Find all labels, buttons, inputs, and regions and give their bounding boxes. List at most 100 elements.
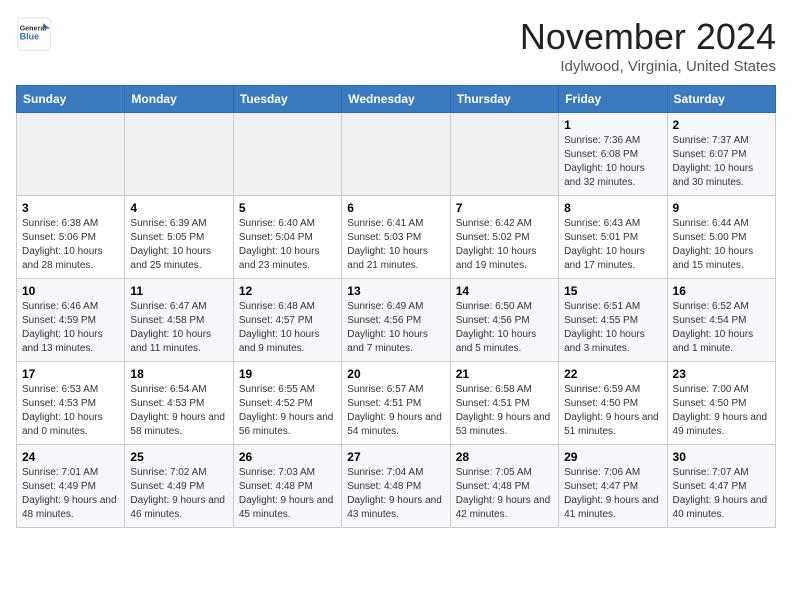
- calendar-day-cell: 15 Sunrise: 6:51 AMSunset: 4:55 PMDayligh…: [559, 279, 667, 362]
- calendar-day-cell: 19 Sunrise: 6:55 AMSunset: 4:52 PMDayligh…: [233, 362, 341, 445]
- month-title: November 2024: [520, 16, 776, 58]
- calendar-day-cell: 29 Sunrise: 7:06 AMSunset: 4:47 PMDayligh…: [559, 445, 667, 528]
- day-info: Sunrise: 6:49 AMSunset: 4:56 PMDaylight:…: [347, 300, 444, 356]
- day-number: 23: [673, 367, 770, 381]
- calendar-day-header: Monday: [125, 86, 233, 113]
- calendar-day-cell: [17, 113, 125, 196]
- day-info: Sunrise: 6:52 AMSunset: 4:54 PMDaylight:…: [673, 300, 770, 356]
- day-number: 10: [22, 284, 119, 298]
- calendar-header-row: SundayMondayTuesdayWednesdayThursdayFrid…: [17, 86, 776, 113]
- day-info: Sunrise: 7:05 AMSunset: 4:48 PMDaylight:…: [456, 466, 553, 522]
- day-number: 11: [130, 284, 227, 298]
- calendar-week-row: 24 Sunrise: 7:01 AMSunset: 4:49 PMDayligh…: [17, 445, 776, 528]
- day-number: 9: [673, 201, 770, 215]
- day-number: 8: [564, 201, 661, 215]
- logo-icon: General Blue: [16, 16, 52, 52]
- day-info: Sunrise: 6:44 AMSunset: 5:00 PMDaylight:…: [673, 217, 770, 273]
- calendar-day-cell: 11 Sunrise: 6:47 AMSunset: 4:58 PMDayligh…: [125, 279, 233, 362]
- calendar-day-cell: 20 Sunrise: 6:57 AMSunset: 4:51 PMDayligh…: [342, 362, 450, 445]
- day-info: Sunrise: 6:38 AMSunset: 5:06 PMDaylight:…: [22, 217, 119, 273]
- calendar-day-cell: 18Sunrise: 6:54 AMSunset: 4:53 PMDayligh…: [125, 362, 233, 445]
- calendar-day-cell: 16 Sunrise: 6:52 AMSunset: 4:54 PMDayligh…: [667, 279, 775, 362]
- calendar-table: SundayMondayTuesdayWednesdayThursdayFrid…: [16, 85, 776, 528]
- day-number: 25: [130, 450, 227, 464]
- day-info: Sunrise: 6:53 AMSunset: 4:53 PMDaylight:…: [22, 383, 119, 439]
- day-number: 16: [673, 284, 770, 298]
- calendar-day-cell: 13 Sunrise: 6:49 AMSunset: 4:56 PMDayligh…: [342, 279, 450, 362]
- calendar-day-cell: 24 Sunrise: 7:01 AMSunset: 4:49 PMDayligh…: [17, 445, 125, 528]
- calendar-day-cell: 4 Sunrise: 6:39 AMSunset: 5:05 PMDaylight…: [125, 196, 233, 279]
- page-header: General Blue November 2024 Idylwood, Vir…: [16, 16, 776, 75]
- day-number: 6: [347, 201, 444, 215]
- calendar-day-cell: 26 Sunrise: 7:03 AMSunset: 4:48 PMDayligh…: [233, 445, 341, 528]
- calendar-day-cell: 6Sunrise: 6:41 AMSunset: 5:03 PMDaylight…: [342, 196, 450, 279]
- calendar-day-cell: 5Sunrise: 6:40 AMSunset: 5:04 PMDaylight…: [233, 196, 341, 279]
- day-info: Sunrise: 6:46 AMSunset: 4:59 PMDaylight:…: [22, 300, 119, 356]
- day-number: 20: [347, 367, 444, 381]
- day-number: 22: [564, 367, 661, 381]
- day-info: Sunrise: 7:37 AMSunset: 6:07 PMDaylight:…: [673, 134, 770, 190]
- day-info: Sunrise: 6:51 AMSunset: 4:55 PMDaylight:…: [564, 300, 661, 356]
- calendar-day-cell: 12Sunrise: 6:48 AMSunset: 4:57 PMDayligh…: [233, 279, 341, 362]
- calendar-day-header: Friday: [559, 86, 667, 113]
- calendar-day-header: Wednesday: [342, 86, 450, 113]
- day-number: 21: [456, 367, 553, 381]
- calendar-day-cell: [450, 113, 558, 196]
- calendar-day-cell: 3 Sunrise: 6:38 AMSunset: 5:06 PMDaylight…: [17, 196, 125, 279]
- calendar-day-cell: 25 Sunrise: 7:02 AMSunset: 4:49 PMDayligh…: [125, 445, 233, 528]
- day-number: 1: [564, 118, 661, 132]
- day-info: Sunrise: 6:39 AMSunset: 5:05 PMDaylight:…: [130, 217, 227, 273]
- calendar-day-cell: 8 Sunrise: 6:43 AMSunset: 5:01 PMDaylight…: [559, 196, 667, 279]
- day-info: Sunrise: 6:57 AMSunset: 4:51 PMDaylight:…: [347, 383, 444, 439]
- calendar-day-cell: 30Sunrise: 7:07 AMSunset: 4:47 PMDayligh…: [667, 445, 775, 528]
- day-number: 3: [22, 201, 119, 215]
- day-number: 13: [347, 284, 444, 298]
- day-info: Sunrise: 6:58 AMSunset: 4:51 PMDaylight:…: [456, 383, 553, 439]
- calendar-week-row: 1 Sunrise: 7:36 AMSunset: 6:08 PMDaylight…: [17, 113, 776, 196]
- day-info: Sunrise: 6:54 AMSunset: 4:53 PMDaylight:…: [130, 383, 227, 439]
- day-number: 26: [239, 450, 336, 464]
- day-number: 7: [456, 201, 553, 215]
- day-info: Sunrise: 6:47 AMSunset: 4:58 PMDaylight:…: [130, 300, 227, 356]
- day-number: 19: [239, 367, 336, 381]
- day-number: 17: [22, 367, 119, 381]
- day-number: 24: [22, 450, 119, 464]
- calendar-day-cell: 23 Sunrise: 7:00 AMSunset: 4:50 PMDayligh…: [667, 362, 775, 445]
- calendar-day-cell: 7Sunrise: 6:42 AMSunset: 5:02 PMDaylight…: [450, 196, 558, 279]
- day-info: Sunrise: 6:55 AMSunset: 4:52 PMDaylight:…: [239, 383, 336, 439]
- calendar-day-cell: 27 Sunrise: 7:04 AMSunset: 4:48 PMDayligh…: [342, 445, 450, 528]
- day-number: 29: [564, 450, 661, 464]
- calendar-day-cell: [342, 113, 450, 196]
- day-info: Sunrise: 6:59 AMSunset: 4:50 PMDaylight:…: [564, 383, 661, 439]
- day-number: 27: [347, 450, 444, 464]
- day-number: 14: [456, 284, 553, 298]
- day-info: Sunrise: 7:06 AMSunset: 4:47 PMDaylight:…: [564, 466, 661, 522]
- day-info: Sunrise: 7:00 AMSunset: 4:50 PMDaylight:…: [673, 383, 770, 439]
- day-info: Sunrise: 7:02 AMSunset: 4:49 PMDaylight:…: [130, 466, 227, 522]
- title-block: November 2024 Idylwood, Virginia, United…: [520, 16, 776, 75]
- day-number: 15: [564, 284, 661, 298]
- calendar-day-cell: [233, 113, 341, 196]
- day-info: Sunrise: 6:40 AMSunset: 5:04 PMDaylight:…: [239, 217, 336, 273]
- day-info: Sunrise: 7:01 AMSunset: 4:49 PMDaylight:…: [22, 466, 119, 522]
- logo: General Blue: [16, 16, 52, 52]
- calendar-day-cell: 17 Sunrise: 6:53 AMSunset: 4:53 PMDayligh…: [17, 362, 125, 445]
- calendar-day-cell: 10 Sunrise: 6:46 AMSunset: 4:59 PMDayligh…: [17, 279, 125, 362]
- day-info: Sunrise: 7:36 AMSunset: 6:08 PMDaylight:…: [564, 134, 661, 190]
- calendar-week-row: 10 Sunrise: 6:46 AMSunset: 4:59 PMDayligh…: [17, 279, 776, 362]
- calendar-day-cell: 9 Sunrise: 6:44 AMSunset: 5:00 PMDaylight…: [667, 196, 775, 279]
- day-info: Sunrise: 7:03 AMSunset: 4:48 PMDaylight:…: [239, 466, 336, 522]
- svg-text:Blue: Blue: [20, 31, 40, 41]
- calendar-day-cell: 22 Sunrise: 6:59 AMSunset: 4:50 PMDayligh…: [559, 362, 667, 445]
- day-number: 2: [673, 118, 770, 132]
- day-info: Sunrise: 7:04 AMSunset: 4:48 PMDaylight:…: [347, 466, 444, 522]
- day-info: Sunrise: 6:50 AMSunset: 4:56 PMDaylight:…: [456, 300, 553, 356]
- calendar-day-cell: 14 Sunrise: 6:50 AMSunset: 4:56 PMDayligh…: [450, 279, 558, 362]
- calendar-day-cell: 1 Sunrise: 7:36 AMSunset: 6:08 PMDaylight…: [559, 113, 667, 196]
- day-number: 4: [130, 201, 227, 215]
- day-info: Sunrise: 6:48 AMSunset: 4:57 PMDaylight:…: [239, 300, 336, 356]
- calendar-day-header: Tuesday: [233, 86, 341, 113]
- day-info: Sunrise: 6:43 AMSunset: 5:01 PMDaylight:…: [564, 217, 661, 273]
- calendar-day-cell: [125, 113, 233, 196]
- calendar-day-cell: 28Sunrise: 7:05 AMSunset: 4:48 PMDayligh…: [450, 445, 558, 528]
